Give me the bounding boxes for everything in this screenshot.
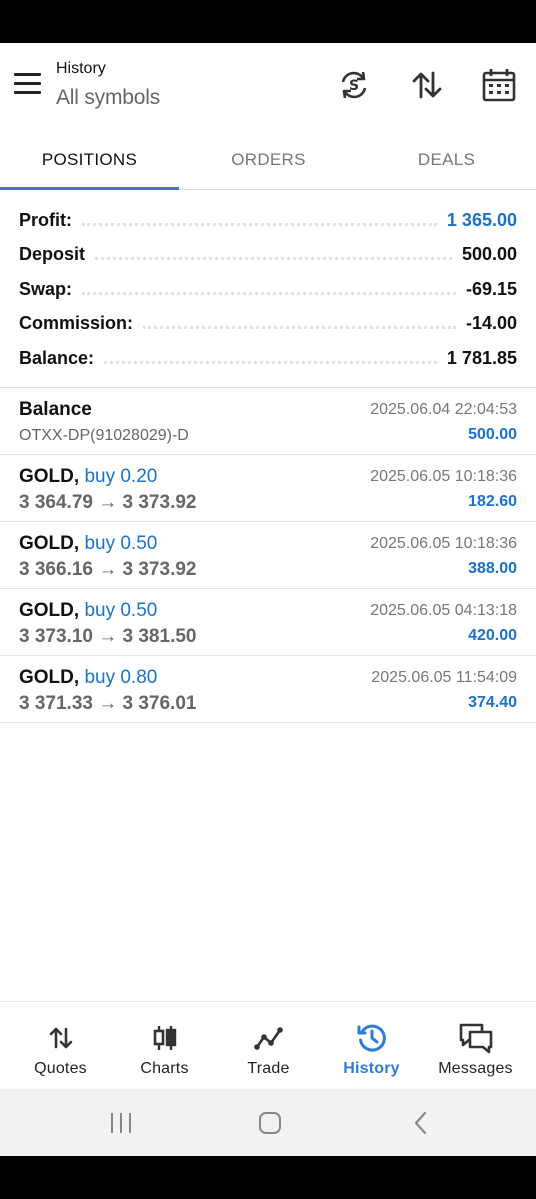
balance-label: Balance: — [19, 347, 95, 368]
entry-amount: 388.00 — [468, 560, 517, 577]
symbol-filter[interactable]: All symbols — [56, 86, 160, 110]
history-icon — [318, 1022, 425, 1054]
summary-balance-row: Balance: 1 781.85 — [0, 341, 536, 376]
leader-dots — [82, 291, 456, 295]
summary-profit-row: Profit: 1 365.00 — [0, 203, 536, 238]
entry-detail: 3 366.16 → 3 373.92 — [19, 559, 197, 580]
list-item[interactable]: GOLD, buy 0.80 3 371.33 → 3 376.01 2025.… — [0, 656, 536, 723]
deposit-label: Deposit — [19, 244, 86, 265]
nav-quotes[interactable]: Quotes — [7, 1002, 114, 1090]
leader-dots — [82, 222, 437, 226]
entry-symbol: GOLD, buy 0.50 — [19, 533, 158, 554]
deposit-value: 500.00 — [461, 244, 517, 265]
entry-amount: 420.00 — [468, 627, 517, 644]
entry-side: buy 0.50 — [84, 600, 158, 621]
app-bar: History All symbols S — [0, 43, 536, 129]
entry-detail: 3 364.79 → 3 373.92 — [19, 492, 197, 513]
history-tabs: POSITIONS ORDERS DEALS — [0, 129, 536, 190]
back-icon[interactable] — [401, 1106, 441, 1140]
balance-value: 1 781.85 — [446, 347, 517, 368]
commission-label: Commission: — [19, 313, 134, 334]
currency-sync-icon[interactable]: S — [334, 65, 374, 105]
nav-label: Quotes — [34, 1060, 87, 1077]
menu-icon[interactable] — [14, 73, 42, 95]
home-icon[interactable] — [250, 1106, 290, 1140]
profit-label: Profit: — [19, 209, 72, 230]
list-item[interactable]: GOLD, buy 0.50 3 373.10 → 3 381.50 2025.… — [0, 589, 536, 656]
summary-swap-row: Swap: -69.15 — [0, 272, 536, 307]
nav-trade[interactable]: Trade — [215, 1002, 322, 1090]
history-screen: History All symbols S POSITIONS ORDERS D… — [0, 43, 536, 1156]
entry-time: 2025.06.05 11:54:09 — [371, 669, 517, 686]
profit-value: 1 365.00 — [446, 209, 517, 230]
system-navigation-bar — [0, 1089, 536, 1156]
page-title: History — [56, 60, 106, 77]
sort-icon[interactable] — [407, 65, 447, 105]
trade-icon — [215, 1022, 322, 1054]
entry-side: buy 0.80 — [84, 667, 158, 688]
tab-orders[interactable]: ORDERS — [179, 129, 358, 190]
nav-history[interactable]: History — [318, 1002, 425, 1090]
leader-dots — [143, 326, 456, 330]
tab-positions[interactable]: POSITIONS — [0, 129, 179, 190]
entry-symbol: GOLD, buy 0.80 — [19, 667, 158, 688]
calendar-icon[interactable] — [479, 65, 519, 105]
entry-symbol: GOLD, buy 0.20 — [19, 466, 158, 487]
svg-text:S: S — [349, 78, 359, 94]
entry-amount: 500.00 — [468, 426, 517, 443]
nav-messages[interactable]: Messages — [422, 1002, 529, 1090]
history-list: Balance OTXX-DP(91028029)-D 2025.06.04 2… — [0, 388, 536, 723]
nav-label: Charts — [140, 1060, 189, 1077]
summary-commission-row: Commission: -14.00 — [0, 307, 536, 342]
swap-value: -69.15 — [465, 278, 517, 299]
bottom-navigation: Quotes Charts Trade History Messages — [0, 1001, 536, 1089]
active-tab-indicator — [0, 187, 179, 190]
summary-panel: Profit: 1 365.00 Deposit 500.00 Swap: -6… — [0, 203, 536, 376]
entry-time: 2025.06.04 22:04:53 — [370, 401, 517, 418]
entry-time: 2025.06.05 10:18:36 — [370, 535, 517, 552]
nav-label: Messages — [438, 1060, 513, 1077]
entry-symbol: GOLD, buy 0.50 — [19, 600, 158, 621]
recent-apps-icon[interactable] — [101, 1106, 141, 1140]
entry-amount: 182.60 — [468, 493, 517, 510]
list-item[interactable]: GOLD, buy 0.20 3 364.79 → 3 373.92 2025.… — [0, 455, 536, 522]
nav-label: Trade — [247, 1060, 290, 1077]
messages-icon — [422, 1022, 529, 1054]
entry-symbol: Balance — [19, 399, 92, 420]
entry-detail: 3 371.33 → 3 376.01 — [19, 693, 197, 714]
entry-side: buy 0.50 — [84, 533, 158, 554]
entry-detail: 3 373.10 → 3 381.50 — [19, 626, 197, 647]
entry-detail: OTXX-DP(91028029)-D — [19, 427, 189, 444]
swap-label: Swap: — [19, 278, 73, 299]
nav-label: History — [343, 1060, 400, 1077]
nav-charts[interactable]: Charts — [111, 1002, 218, 1090]
charts-icon — [111, 1022, 218, 1054]
commission-value: -14.00 — [465, 313, 517, 334]
entry-time: 2025.06.05 04:13:18 — [370, 602, 517, 619]
tab-deals[interactable]: DEALS — [357, 129, 536, 190]
entry-time: 2025.06.05 10:18:36 — [370, 468, 517, 485]
summary-deposit-row: Deposit 500.00 — [0, 238, 536, 273]
entry-side: buy 0.20 — [84, 466, 158, 487]
leader-dots — [95, 257, 452, 261]
list-item[interactable]: Balance OTXX-DP(91028029)-D 2025.06.04 2… — [0, 388, 536, 455]
leader-dots — [104, 360, 437, 364]
entry-amount: 374.40 — [468, 694, 517, 711]
quotes-icon — [7, 1022, 114, 1054]
list-item[interactable]: GOLD, buy 0.50 3 366.16 → 3 373.92 2025.… — [0, 522, 536, 589]
